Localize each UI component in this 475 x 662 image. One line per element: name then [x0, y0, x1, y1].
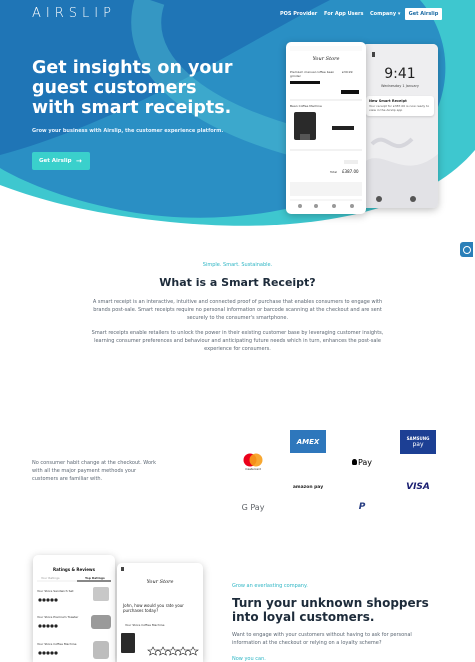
samsung-pay-text: pay — [412, 441, 424, 448]
smart-receipt-para-1: A smart receipt is an interactive, intui… — [92, 299, 383, 321]
google-pay-logo: G Pay — [241, 502, 265, 512]
hero-title: Get insights on your guest customers wit… — [32, 58, 233, 118]
phone-ratings: Ratings & Reviews Your Ratings Top Ratin… — [33, 555, 115, 662]
receipt-graphics — [290, 46, 362, 208]
loyalty-link[interactable]: Now you can. — [232, 656, 266, 662]
smart-receipt-para-2: Smart receipts enable retailers to unloc… — [91, 330, 384, 352]
receipt-product-1: Premium manual coffee bean grinder — [290, 70, 335, 78]
apple-pay-text: Pay — [357, 457, 373, 467]
mastercard-logo: mastercard — [237, 449, 269, 475]
loyalty-para: Want to engage with your customers witho… — [232, 632, 412, 646]
apple-icon — [351, 459, 357, 465]
amex-logo: AMEX — [290, 430, 326, 453]
review-store-name: Your Store — [146, 579, 174, 585]
notification-body: Your receipt for £387.00 is now ready to… — [369, 104, 430, 112]
receipt-total-label: Total — [330, 170, 338, 174]
review-item: Your Store Coffee Machine — [125, 623, 165, 627]
hero-get-airslip-button[interactable]: Get Airslip → — [32, 152, 90, 170]
chevron-down-icon: ▾ — [397, 11, 401, 17]
mastercard-icon — [243, 453, 263, 467]
lock-date: Wednesday 1 January — [381, 84, 419, 88]
apple-pay-logo: Pay — [346, 454, 378, 470]
ratings-item-3: Your Store Coffee Machine — [37, 642, 77, 646]
phone-review: Your Store John, how would you rate your… — [117, 563, 203, 662]
nav-app-users[interactable]: For App Users — [324, 11, 364, 17]
hero-section: AIRSLIP POS Provider For App Users Compa… — [0, 0, 475, 230]
ratings-item-1: Your Store Sandwich Set — [37, 589, 74, 593]
nav-company-label: Company — [370, 11, 397, 17]
notification-title: New Smart Receipt — [369, 99, 407, 103]
ratings-tab-top[interactable]: Top Ratings — [85, 576, 105, 580]
amazon-pay-logo: amazon pay — [292, 484, 324, 490]
loyalty-eyebrow: Grow an everlasting company. — [232, 583, 308, 589]
receipt-total: £387.00 — [342, 169, 359, 174]
ratings-item-2: Your Store Premium Toaster — [37, 615, 79, 619]
receipt-price-1: £39.99 — [342, 70, 353, 74]
visa-logo: VISA — [406, 482, 430, 492]
samsung-pay-logo: SAMSUNG pay — [400, 430, 436, 454]
airslip-logo[interactable]: AIRSLIP — [32, 6, 116, 21]
paypal-logo: P — [358, 502, 366, 512]
ratings-title: Ratings & Reviews — [53, 567, 95, 572]
chat-icon[interactable] — [460, 242, 473, 257]
hero-subtitle: Grow your business with Airslip, the cus… — [32, 128, 224, 134]
hero-cta-label: Get Airslip — [39, 158, 72, 164]
nav-pos-provider[interactable]: POS Provider — [280, 11, 317, 17]
smart-receipt-title: What is a Smart Receipt? — [159, 276, 316, 289]
ratings-tab-your[interactable]: Your Ratings — [41, 576, 60, 580]
smart-receipt-eyebrow: Simple. Smart. Sustainable. — [202, 262, 273, 268]
arrow-right-icon: → — [76, 157, 82, 165]
receipt-product-2: Bean Coffee Machine — [290, 104, 322, 108]
review-question: John, how would you rate your purchases … — [123, 603, 184, 613]
lock-time: 9:41 — [384, 66, 416, 82]
phone-receipt: Your Store Premium manual coffee bean gr… — [286, 42, 366, 214]
notification-card[interactable]: New Smart Receipt Your receipt for £387.… — [366, 96, 434, 116]
phone-lock-screen: 9:41 Wednesday 1 January New Smart Recei… — [362, 44, 438, 208]
nav-company[interactable]: Company ▾ — [370, 11, 400, 17]
payments-text: No consumer habit change at the checkout… — [32, 460, 156, 482]
nav-get-airslip-button[interactable]: Get Airslip — [405, 8, 442, 20]
mastercard-label: mastercard — [245, 467, 261, 471]
loyalty-title: Turn your unknown shoppers into loyal cu… — [232, 596, 429, 624]
receipt-store-name: Your Store — [312, 56, 340, 62]
